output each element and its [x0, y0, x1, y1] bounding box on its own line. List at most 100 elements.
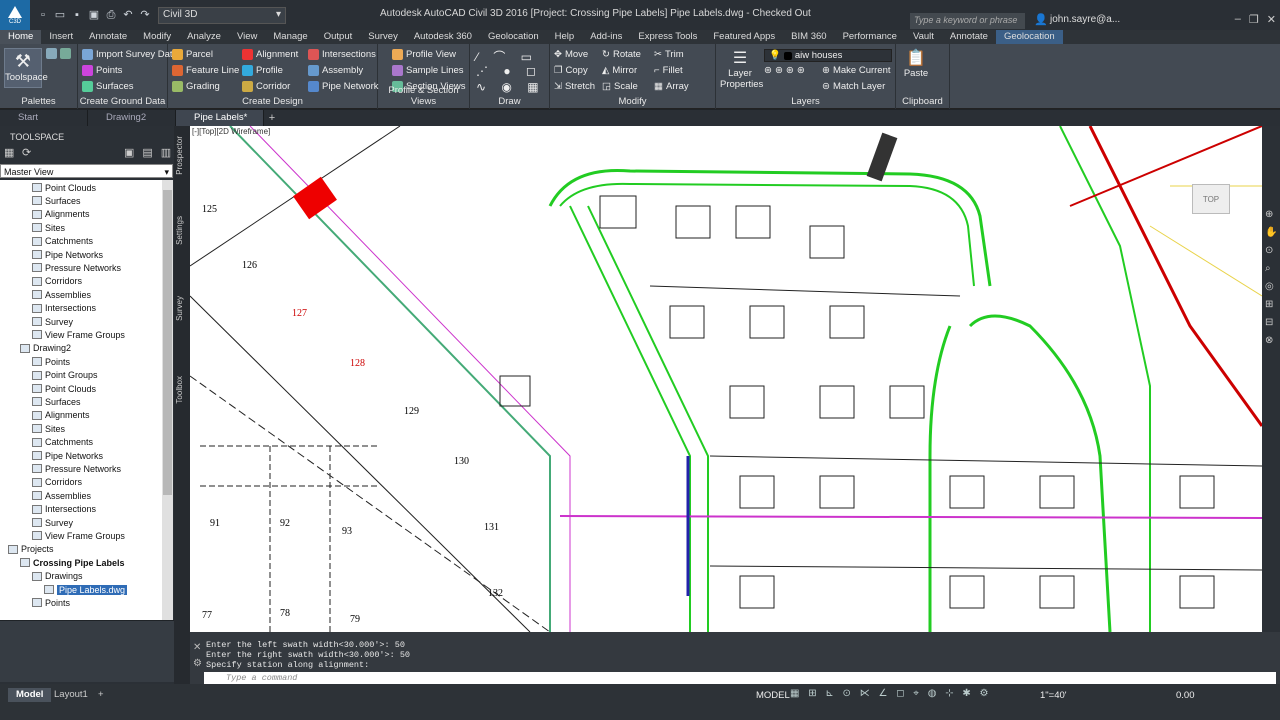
ribbon-tab[interactable]: Autodesk 360 [406, 30, 480, 44]
ribbon-tab[interactable]: Insert [41, 30, 81, 44]
tree-item[interactable]: Pipe Labels.dwg [44, 583, 128, 596]
ribbon-tab[interactable]: Help [547, 30, 583, 44]
add-layout-icon[interactable]: + [90, 688, 112, 702]
tree-item[interactable]: Point Clouds [32, 382, 96, 395]
ribbon-tab[interactable]: Add-ins [582, 30, 630, 44]
rotate-button[interactable]: ↻ Rotate [602, 49, 641, 60]
sample-lines-button[interactable]: Sample Lines [392, 65, 464, 76]
refresh-icon[interactable]: ⟳ [22, 146, 31, 159]
copy-button[interactable]: ❐ Copy [554, 65, 588, 76]
help-search-input[interactable]: Type a keyword or phrase [910, 13, 1025, 29]
palettes-title[interactable]: Palettes [0, 96, 77, 107]
match-layer-button[interactable]: ⊜ Match Layer [822, 81, 885, 92]
side-tab[interactable]: Toolbox [175, 376, 189, 404]
palette-icons[interactable] [46, 48, 71, 59]
user-icon[interactable]: 👤 [1034, 13, 1048, 26]
tree-scroll-thumb[interactable] [163, 190, 172, 495]
tree-item[interactable]: Survey [32, 315, 73, 328]
tree-item[interactable]: Pipe Networks [32, 449, 103, 462]
profile-view-button[interactable]: Profile View [392, 49, 456, 60]
stretch-button[interactable]: ⇲ Stretch [554, 81, 595, 92]
ribbon-tab[interactable]: Manage [265, 30, 315, 44]
document-tab[interactable]: Pipe Labels* [176, 110, 264, 126]
scale-button[interactable]: ◲ Scale [602, 81, 638, 92]
move-button[interactable]: ✥ Move [554, 49, 588, 60]
tree-item[interactable]: Points [32, 596, 70, 609]
tree-item[interactable]: Pipe Networks [32, 248, 103, 261]
tree-item[interactable]: Corridors [32, 476, 82, 489]
tree-item[interactable]: Surfaces [32, 194, 81, 207]
tree-item[interactable]: Sites [32, 422, 65, 435]
undo-icon[interactable]: ↶ [121, 8, 135, 22]
tree-item[interactable]: Drawings [32, 570, 83, 583]
fillet-button[interactable]: ⌐ Fillet [654, 65, 683, 76]
draw-title[interactable]: Draw [470, 96, 549, 107]
modify-title[interactable]: Modify [550, 96, 715, 107]
intersections-button[interactable]: Intersections [308, 49, 376, 60]
side-tab[interactable]: Survey [175, 296, 189, 321]
tree-item[interactable]: Surfaces [32, 395, 81, 408]
annotation-scale[interactable]: 1"=40' [1040, 690, 1067, 701]
master-view-dropdown[interactable]: Master View ▾ [0, 164, 173, 178]
document-tab[interactable]: Drawing2 [88, 110, 176, 126]
ribbon-tab[interactable]: Geolocation [480, 30, 547, 44]
import-survey-button[interactable]: Import Survey Data [82, 49, 178, 60]
paste-button[interactable]: 📋 Paste [902, 48, 930, 79]
mirror-button[interactable]: ◭ Mirror [602, 65, 637, 76]
side-tab[interactable]: Prospector [175, 136, 189, 175]
print-icon[interactable]: ⎙ [104, 8, 118, 22]
drafting-toggles[interactable]: ▦ ⊞ ⊾ ⊙ ⋉ ∠ ◻ ⌖ ◍ ⊹ ✱ ⚙ [790, 688, 992, 699]
create-design-title[interactable]: Create Design [168, 96, 377, 107]
pipe-network-button[interactable]: Pipe Network [308, 81, 379, 92]
tree-item[interactable]: Pressure Networks [32, 462, 121, 475]
tree-item[interactable]: Drawing2 [20, 342, 71, 355]
tree-item[interactable]: Point Groups [32, 369, 98, 382]
tree-item[interactable]: Intersections [32, 302, 96, 315]
panel-icons[interactable]: ▣▤▥ [124, 146, 179, 159]
grading-button[interactable]: Grading [172, 81, 220, 92]
array-button[interactable]: ▦ Array [654, 81, 689, 92]
parcel-button[interactable]: Parcel [172, 49, 213, 60]
save-icon[interactable]: ▪ [70, 8, 84, 22]
ground-data-title[interactable]: Create Ground Data [78, 96, 167, 107]
side-tab[interactable]: Settings [175, 216, 189, 245]
drawing-canvas[interactable]: 125 126 127 128 129 130 131 132 91 92 93 77 78 79 [-]… [190, 126, 1262, 632]
workspace-dropdown[interactable]: Civil 3D ▾ [158, 6, 286, 24]
tree-item[interactable]: Survey [32, 516, 73, 529]
surfaces-button[interactable]: Surfaces [82, 81, 134, 92]
feature-line-button[interactable]: Feature Line [172, 65, 239, 76]
ribbon-tab[interactable]: Featured Apps [705, 30, 783, 44]
ribbon-tab[interactable]: Performance [835, 30, 905, 44]
draw-hatch-icons[interactable]: ∿ ◉ ▦ [476, 80, 545, 94]
ribbon-tab[interactable]: Annotate [81, 30, 135, 44]
ribbon-tab[interactable]: BIM 360 [783, 30, 834, 44]
points-button[interactable]: Points [82, 65, 122, 76]
draw-line-icons[interactable]: ⁄ ⌒ ▭ [476, 48, 538, 65]
ribbon-tab[interactable]: View [229, 30, 265, 44]
application-menu-button[interactable]: C3D [0, 0, 30, 30]
new-icon[interactable]: ▫ [36, 8, 50, 22]
tree-item[interactable]: Projects [8, 543, 54, 556]
draw-circle-icons[interactable]: ⋰ ● ◻ [476, 64, 542, 78]
document-tab[interactable]: Start [0, 110, 88, 126]
viewport-controls[interactable]: [-][Top][2D Wireframe] [192, 127, 270, 136]
tree-item[interactable]: Catchments [32, 436, 93, 449]
tree-item[interactable]: Crossing Pipe Labels [20, 556, 125, 569]
tree-item[interactable]: Assemblies [32, 489, 91, 502]
layer-dropdown[interactable]: 💡 aiw houses [764, 49, 892, 62]
tree-item[interactable]: Sites [32, 221, 65, 234]
grid-icon[interactable]: ▦ [4, 146, 14, 159]
assembly-button[interactable]: Assembly [308, 65, 363, 76]
tree-item[interactable]: Pressure Networks [32, 261, 121, 274]
minimize-icon[interactable]: – [1235, 13, 1241, 26]
ribbon-tab[interactable]: Modify [135, 30, 179, 44]
ribbon-tab[interactable]: Analyze [179, 30, 229, 44]
trim-button[interactable]: ✂ Trim [654, 49, 684, 60]
open-icon[interactable]: ▭ [53, 8, 67, 22]
profile-section-title[interactable]: Profile & Section Views [378, 85, 469, 107]
layer-properties-button[interactable]: ☰ Layer Properties [720, 48, 763, 90]
ribbon-tab[interactable]: Express Tools [630, 30, 705, 44]
close-icon[interactable]: ✕ [1267, 13, 1276, 26]
tree-item[interactable]: Point Clouds [32, 181, 96, 194]
saveas-icon[interactable]: ▣ [87, 8, 101, 22]
